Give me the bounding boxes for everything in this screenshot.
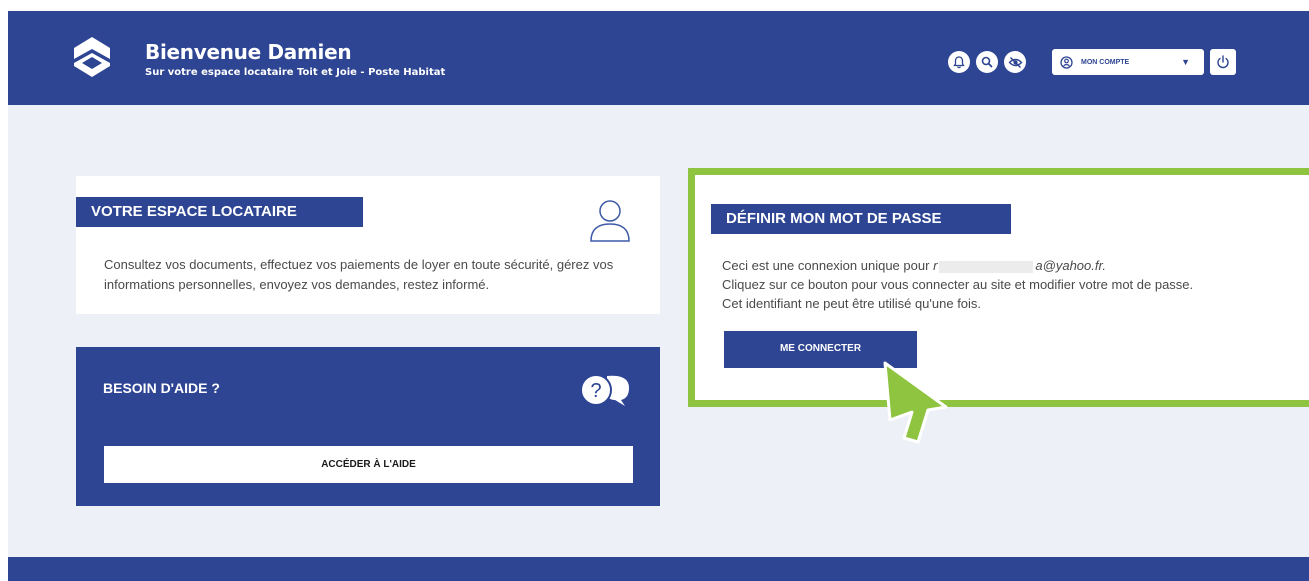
password-card-text: Ceci est une connexion unique pour r a@ya…: [722, 256, 1309, 313]
house-logo-icon: [74, 37, 110, 77]
tenant-space-card: VOTRE ESPACE LOCATAIRE Consultez vos doc…: [76, 176, 660, 314]
help-button[interactable]: ACCÉDER À L'AIDE: [104, 446, 633, 483]
account-label: MON COMPTE: [1081, 58, 1130, 66]
email-start: r: [933, 258, 938, 273]
account-dropdown[interactable]: MON COMPTE ▼: [1052, 49, 1204, 75]
password-card-title: DÉFINIR MON MOT DE PASSE: [711, 204, 1011, 234]
chat-bubbles-icon: ?: [580, 374, 629, 406]
define-password-card: DÉFINIR MON MOT DE PASSE Ceci est une co…: [688, 168, 1309, 407]
unique-connection-line: Ceci est une connexion unique pour r a@ya…: [722, 258, 1106, 273]
email-redaction: [939, 260, 1034, 273]
chevron-down-icon: ▼: [1181, 57, 1190, 67]
help-card-title: BESOIN D'AIDE ?: [103, 380, 220, 396]
svg-text:?: ?: [590, 380, 601, 402]
eye-off-icon[interactable]: [1004, 51, 1026, 73]
bell-icon[interactable]: [948, 51, 970, 73]
tenant-card-title: VOTRE ESPACE LOCATAIRE: [76, 197, 363, 227]
power-icon[interactable]: [1210, 49, 1236, 75]
header: Bienvenue Damien Sur votre espace locata…: [8, 11, 1309, 105]
user-circle-icon: [1060, 55, 1073, 69]
person-icon: [590, 200, 630, 242]
page-subtitle: Sur votre espace locataire Toit et Joie …: [145, 67, 446, 78]
footer: [8, 557, 1309, 581]
instruction-line: Cliquez sur ce bouton pour vous connecte…: [722, 277, 1194, 292]
email-end: a@yahoo.fr.: [1035, 258, 1106, 273]
page-title: Bienvenue Damien: [145, 40, 352, 64]
single-use-line: Cet identifiant ne peut être utilisé qu'…: [722, 296, 982, 311]
help-card: BESOIN D'AIDE ? ? ACCÉDER À L'AIDE: [76, 347, 660, 506]
pointer-cursor-icon: [883, 361, 948, 444]
search-icon[interactable]: [976, 51, 998, 73]
tenant-card-text: Consultez vos documents, effectuez vos p…: [104, 257, 614, 292]
